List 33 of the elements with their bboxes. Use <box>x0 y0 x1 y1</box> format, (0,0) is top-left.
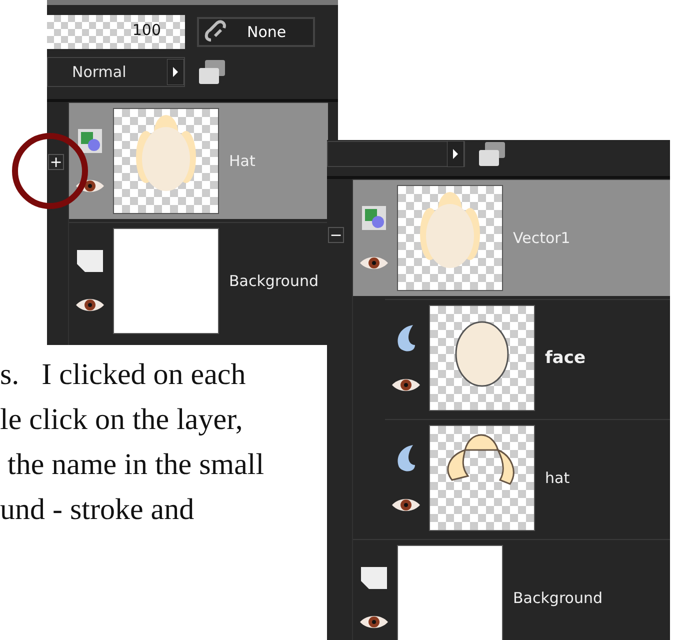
blend-mode-dropdown[interactable]: Normal <box>47 57 185 87</box>
dropdown-arrow-icon[interactable] <box>447 141 464 167</box>
page-icon <box>76 249 104 273</box>
eye-icon[interactable] <box>359 614 389 630</box>
shapes-icon <box>77 128 103 154</box>
text-line: le click on the layer, <box>0 402 244 438</box>
drop-icon <box>395 323 417 353</box>
link-button[interactable]: None <box>197 17 315 47</box>
layer-name: Vector1 <box>513 229 570 247</box>
text-line: the name in the small <box>6 447 264 483</box>
eye-icon[interactable] <box>75 297 105 313</box>
layer-name: Hat <box>229 152 256 170</box>
eye-icon[interactable] <box>391 377 421 393</box>
chain-icon <box>203 20 229 44</box>
layer-row[interactable]: Background <box>353 539 670 640</box>
layer-name: Background <box>229 272 318 290</box>
page-icon <box>360 566 388 590</box>
drop-icon <box>395 443 417 473</box>
expand-toggle[interactable]: + <box>48 154 64 170</box>
eye-icon[interactable] <box>75 178 105 194</box>
eye-icon[interactable] <box>391 497 421 513</box>
text-line: und - stroke and <box>0 492 196 528</box>
opacity-field[interactable]: 100 <box>47 15 185 49</box>
layer-name: face <box>545 348 586 368</box>
shapes-icon <box>361 205 387 231</box>
text-line: s. I clicked on each <box>0 357 247 393</box>
expand-toggle[interactable]: − <box>328 227 344 243</box>
layer-name: hat <box>545 469 570 487</box>
layers-icon[interactable] <box>197 58 227 86</box>
dropdown-arrow-icon[interactable] <box>167 59 184 85</box>
layer-name: Background <box>513 589 602 607</box>
layers-icon[interactable] <box>477 140 507 168</box>
eye-icon[interactable] <box>359 255 389 271</box>
